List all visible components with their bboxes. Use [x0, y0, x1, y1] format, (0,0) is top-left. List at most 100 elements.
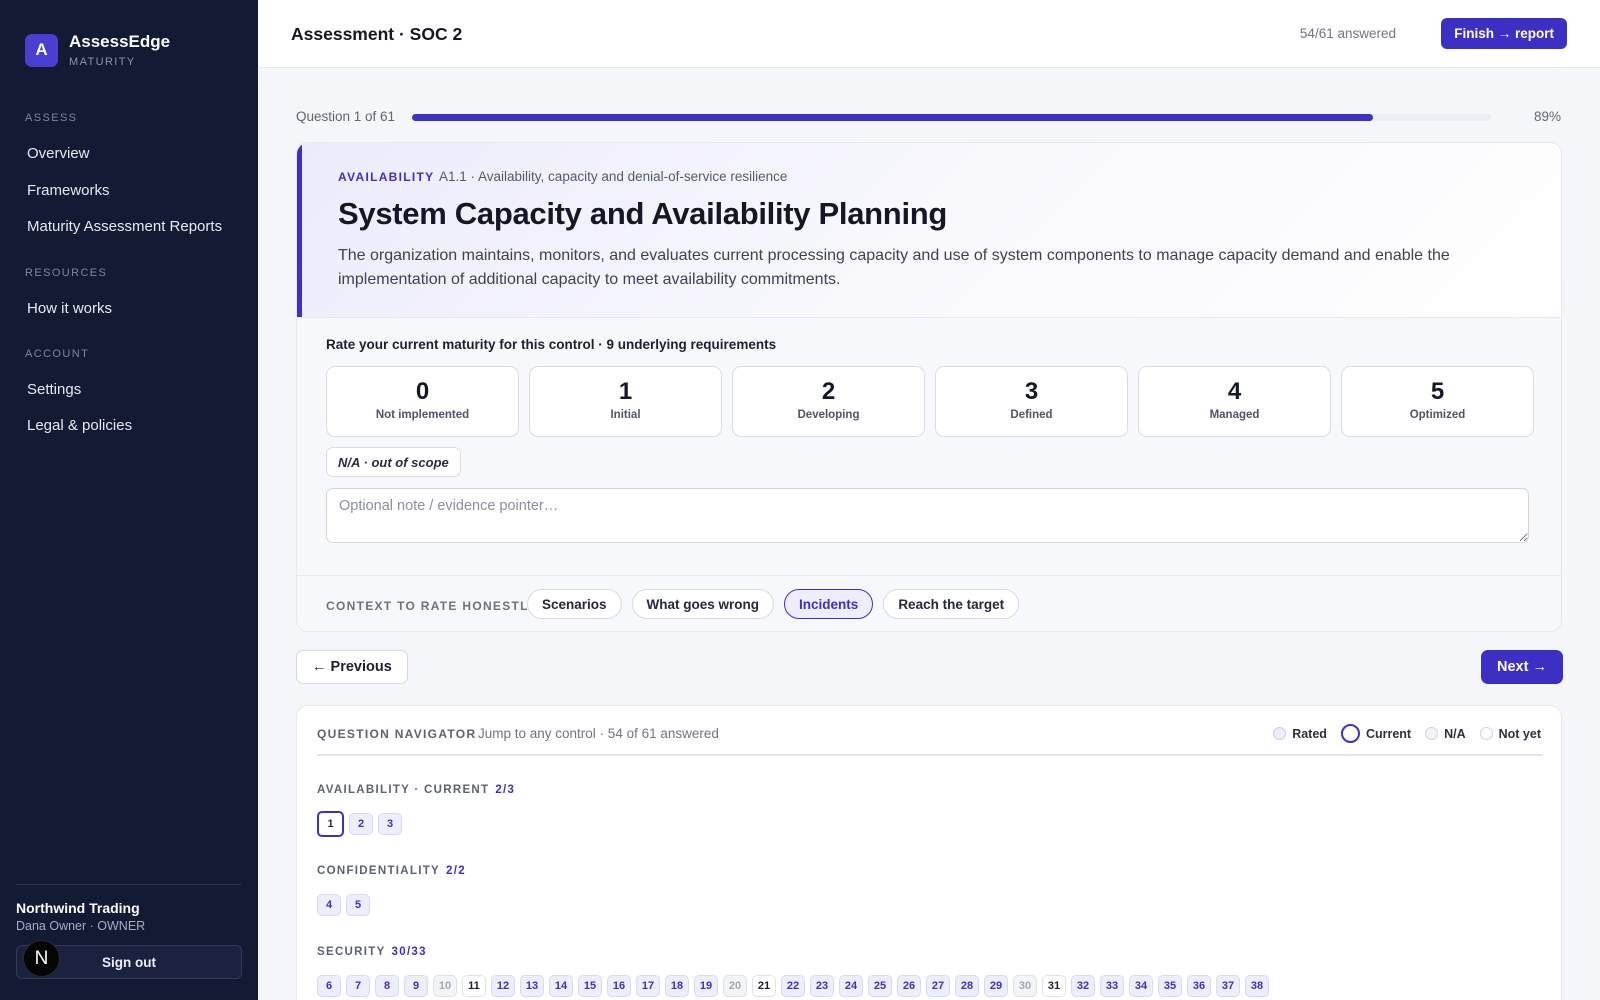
- question-chip[interactable]: 18: [665, 975, 689, 997]
- progress-fill: [412, 114, 1374, 121]
- chip-row-availability: 123: [317, 811, 402, 837]
- question-chip[interactable]: 17: [636, 975, 660, 997]
- question-chip[interactable]: 33: [1100, 975, 1124, 997]
- nav-section-assess: ASSESS: [25, 112, 78, 124]
- question-chip[interactable]: 22: [781, 975, 805, 997]
- level-number: 0: [415, 378, 430, 405]
- rating-area: Rate your current maturity for this cont…: [297, 317, 1561, 617]
- question-chip[interactable]: 6: [317, 975, 341, 997]
- sidebar-item-settings[interactable]: Settings: [27, 381, 81, 398]
- navigator-legend: Rated Current N/A Not yet: [1273, 724, 1541, 743]
- legend-rated: Rated: [1273, 727, 1327, 741]
- brand-subtitle: MATURITY: [69, 56, 136, 68]
- finish-report-button[interactable]: Finish → report: [1441, 18, 1567, 49]
- previous-button[interactable]: ← Previous: [296, 650, 408, 684]
- legend-not-yet: Not yet: [1479, 727, 1541, 741]
- question-chip[interactable]: 28: [955, 975, 979, 997]
- context-pill-what-goes-wrong[interactable]: What goes wrong: [631, 589, 775, 619]
- question-chip[interactable]: 31: [1042, 975, 1066, 997]
- progress-percent: 89%: [1534, 109, 1562, 124]
- level-number: 1: [618, 378, 633, 405]
- question-chip[interactable]: 38: [1245, 975, 1269, 997]
- question-chip[interactable]: 23: [810, 975, 834, 997]
- question-chip[interactable]: 36: [1187, 975, 1211, 997]
- level-number: 4: [1227, 378, 1242, 405]
- navigator-subtitle: Jump to any control · 54 of 61 answered: [478, 726, 719, 741]
- navigator-title: QUESTION NAVIGATOR: [317, 727, 477, 741]
- note-input[interactable]: [326, 488, 1529, 543]
- question-chip[interactable]: 35: [1158, 975, 1182, 997]
- level-option-4[interactable]: 4 Managed: [1138, 366, 1331, 437]
- question-chip[interactable]: 34: [1129, 975, 1153, 997]
- question-chip[interactable]: 7: [346, 975, 370, 997]
- rated-dot-icon: [1273, 727, 1287, 740]
- level-number: 2: [821, 378, 836, 405]
- context-pill-reach-target[interactable]: Reach the target: [883, 589, 1020, 619]
- sidebar-item-legal[interactable]: Legal & policies: [27, 417, 132, 434]
- progress-bar: [412, 114, 1492, 121]
- question-chip[interactable]: 26: [897, 975, 921, 997]
- group-label-availability: AVAILABILITY · CURRENT 2/3: [317, 784, 515, 796]
- sidebar-item-how-it-works[interactable]: How it works: [27, 300, 112, 317]
- chip-row-security: 6 7 8 9 10 11 12 13 14 15 16 17 18 19 20 21 22 23 24 25 26 27…: [317, 975, 1269, 997]
- question-chip[interactable]: 3: [378, 813, 402, 835]
- level-option-5[interactable]: 5 Optimized: [1341, 366, 1534, 437]
- question-title: System Capacity and Availability Plannin…: [338, 196, 948, 231]
- question-chip[interactable]: 19: [694, 975, 718, 997]
- level-option-1[interactable]: 1 Initial: [529, 366, 722, 437]
- legend-current: Current: [1340, 724, 1412, 743]
- question-chip[interactable]: 27: [926, 975, 950, 997]
- question-chip[interactable]: 11: [462, 975, 486, 997]
- question-chip[interactable]: 21: [752, 975, 776, 997]
- chip-row-confidentiality: 45: [317, 894, 370, 916]
- question-chip[interactable]: 32: [1071, 975, 1095, 997]
- answered-count: 54/61 answered: [1299, 26, 1396, 41]
- context-pill-scenarios[interactable]: Scenarios: [527, 589, 622, 619]
- question-chip[interactable]: 20: [723, 975, 747, 997]
- next-button[interactable]: Next →: [1481, 650, 1563, 684]
- question-chip[interactable]: 5: [346, 894, 370, 916]
- na-dot-icon: [1425, 727, 1439, 740]
- group-name: SECURITY: [317, 946, 386, 958]
- level-number: 5: [1430, 378, 1445, 405]
- maturity-levels: 0 Not implemented 1 Initial 2 Developing…: [326, 366, 1534, 437]
- nav-section-resources: RESOURCES: [25, 267, 108, 279]
- question-chip[interactable]: 2: [349, 813, 373, 835]
- sidebar-item-overview[interactable]: Overview: [27, 145, 90, 162]
- question-chip[interactable]: 8: [375, 975, 399, 997]
- question-chip[interactable]: 9: [404, 975, 428, 997]
- na-out-of-scope-button[interactable]: N/A · out of scope: [326, 447, 461, 477]
- sidebar-item-frameworks[interactable]: Frameworks: [27, 182, 110, 199]
- question-chip[interactable]: 25: [868, 975, 892, 997]
- context-label: CONTEXT TO RATE HONESTLY: [326, 599, 537, 613]
- brand[interactable]: A AssessEdge MATURITY: [25, 32, 170, 68]
- context-pill-incidents[interactable]: Incidents: [784, 589, 874, 619]
- question-chip[interactable]: 1: [317, 811, 344, 837]
- sidebar-item-reports[interactable]: Maturity Assessment Reports: [27, 218, 222, 235]
- question-chip[interactable]: 24: [839, 975, 863, 997]
- level-number: 3: [1024, 378, 1039, 405]
- question-chip[interactable]: 30: [1013, 975, 1037, 997]
- level-option-3[interactable]: 3 Defined: [935, 366, 1128, 437]
- level-label: Not implemented: [375, 409, 470, 421]
- group-label-security: SECURITY 30/33: [317, 946, 427, 958]
- group-count: 2/2: [446, 865, 466, 877]
- level-option-0[interactable]: 0 Not implemented: [326, 366, 519, 437]
- group-name: AVAILABILITY · CURRENT: [317, 784, 490, 796]
- question-chip[interactable]: 13: [520, 975, 544, 997]
- question-chip[interactable]: 4: [317, 894, 341, 916]
- question-chip[interactable]: 29: [984, 975, 1008, 997]
- question-chip[interactable]: 14: [549, 975, 573, 997]
- org-user: Dana Owner · OWNER: [16, 919, 146, 933]
- avatar[interactable]: N: [23, 940, 60, 977]
- question-chip[interactable]: 15: [578, 975, 602, 997]
- legend-label: Current: [1365, 726, 1412, 741]
- level-option-2[interactable]: 2 Developing: [732, 366, 925, 437]
- category-tag: AVAILABILITY: [338, 170, 435, 184]
- question-chip[interactable]: 10: [433, 975, 457, 997]
- question-chip[interactable]: 37: [1216, 975, 1240, 997]
- question-chip[interactable]: 16: [607, 975, 631, 997]
- question-chip[interactable]: 12: [491, 975, 515, 997]
- nav-section-account: ACCOUNT: [25, 348, 90, 360]
- legend-na: N/A: [1425, 727, 1466, 741]
